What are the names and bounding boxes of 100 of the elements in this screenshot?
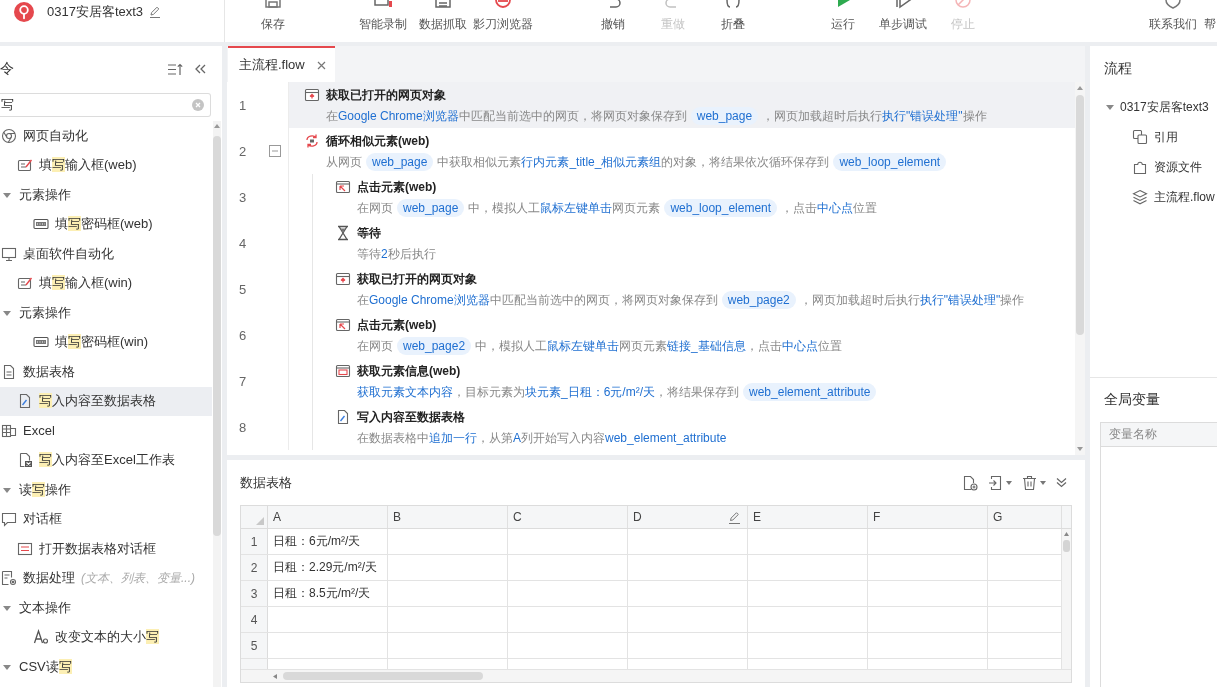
table-cell[interactable]: 日租：2.29元/m²/天 [268, 555, 388, 580]
caret-icon[interactable] [3, 485, 11, 494]
column-header[interactable]: F [868, 506, 988, 528]
step-icon [893, 0, 913, 10]
search-field[interactable]: 写 [0, 93, 211, 117]
step-description: 在数据表格中追加一行，从第A列开始写入内容web_element_attribute [357, 430, 727, 447]
pencil-icon[interactable] [149, 6, 162, 18]
delete-button[interactable] [1022, 474, 1046, 491]
shield-icon [1163, 0, 1183, 10]
new-sheet-button[interactable] [962, 474, 978, 491]
line-number: 1 [239, 97, 248, 113]
column-header[interactable]: G [988, 506, 1062, 528]
column-header[interactable]: A [268, 506, 388, 528]
column-header[interactable]: C [508, 506, 628, 528]
toolbar-button[interactable]: 运行 [813, 0, 873, 42]
row-header[interactable]: 4 [241, 607, 268, 632]
tree-item[interactable]: 填写输入框(win) [0, 268, 212, 298]
tree-group[interactable]: 元素操作 [0, 180, 212, 210]
scroll-left-icon[interactable] [273, 673, 277, 679]
scroll-up-icon[interactable] [1077, 86, 1083, 90]
clear-icon[interactable] [192, 99, 204, 111]
tree-item[interactable]: 对话框 [0, 504, 212, 534]
import-button[interactable] [988, 474, 1012, 491]
pencil-icon[interactable] [728, 510, 741, 524]
tree-item[interactable]: 写入内容至Excel工作表 [0, 445, 212, 475]
tree-group[interactable]: 元素操作 [0, 298, 212, 328]
tree-item[interactable]: 桌面软件自动化 [0, 239, 212, 269]
tree-item[interactable]: 0317安居客text3 [1090, 92, 1217, 122]
tree-item[interactable]: 打开数据表格对话框 [0, 534, 212, 564]
table-cell[interactable]: 日租：8.5元/m²/天 [268, 581, 388, 606]
collapse-button[interactable] [1056, 477, 1067, 488]
scrollbar-thumb[interactable] [1063, 540, 1070, 552]
collapse-icon[interactable] [269, 145, 281, 157]
scrollbar-thumb[interactable] [213, 136, 221, 536]
horizontal-scrollbar[interactable] [241, 669, 1071, 682]
window-cursor-icon [335, 179, 351, 195]
caret-icon[interactable] [3, 308, 11, 317]
toolbar-button[interactable]: 联系我们 [1143, 0, 1203, 42]
close-icon[interactable] [317, 60, 326, 70]
collapse-panel-icon[interactable] [195, 64, 206, 74]
tree-item[interactable]: 填写密码框(web) [0, 209, 212, 239]
scroll-up-icon[interactable] [214, 124, 220, 128]
tree-item[interactable]: 引用 [1090, 122, 1217, 152]
toolbar-button[interactable]: 折叠 [703, 0, 763, 42]
tree-item[interactable]: 填写密码框(win) [0, 327, 212, 357]
step-description: 从网页 web_page 中获取相似元素行内元素_title_相似元素组的对象，将结果依次循环保存到 web_loop_element [326, 152, 951, 172]
caret-icon[interactable] [3, 190, 11, 199]
tree-item[interactable]: 数据处理 (文本、列表、变量...) [0, 563, 212, 593]
caret-icon[interactable] [3, 603, 11, 612]
vertical-scrollbar[interactable] [1075, 82, 1085, 455]
column-header[interactable]: E [748, 506, 868, 528]
toolbar-button[interactable]: 智能录制 [353, 0, 413, 42]
line-number: 3 [239, 189, 248, 205]
tree-group[interactable]: CSV读写 [0, 652, 212, 682]
scrollbar-thumb[interactable] [1076, 95, 1084, 335]
toolbar-button[interactable]: 影刀浏览器 [473, 0, 533, 42]
tree-item[interactable]: 主流程.flow [1090, 182, 1217, 212]
scrollbar-thumb[interactable] [283, 672, 483, 680]
tree-item[interactable]: 写入内容至数据表格 [0, 386, 212, 416]
caret-icon[interactable] [3, 662, 11, 671]
step-row[interactable]: 获取已打开的网页对象 在Google Chrome浏览器中匹配当前选中的网页，将网页对象保存到 web_page ，网页加载超时后执行执行"错误处理"操作 [289, 82, 1075, 128]
step-description: 在网页 web_page2 中，模拟人工鼠标左键单击网页元素链接_基础信息，点击中心点位置 [357, 336, 842, 356]
file-tab[interactable]: 主流程.flow [228, 46, 335, 82]
window-cursor-icon [335, 317, 351, 333]
triangle-icon [256, 517, 264, 525]
tree-item[interactable]: 网页自动化 [0, 121, 212, 151]
toolbar-button[interactable]: 单步调试 [873, 0, 933, 42]
tree-group[interactable]: 读写操作 [0, 475, 212, 505]
line-number: 2 [239, 143, 248, 159]
panel-title: 数据表格 [240, 473, 292, 492]
browser-circle-icon [1, 127, 17, 144]
row-header[interactable]: 1 [241, 529, 268, 554]
step-row[interactable]: 循环相似元素(web) 从网页 web_page 中获取相似元素行内元素_title_相似元素组的对象，将结果依次循环保存到 web_loop_element [289, 128, 1075, 174]
column-header[interactable]: B [388, 506, 508, 528]
tree-item[interactable]: 改变文本的大小写 [0, 622, 212, 652]
tree-item[interactable]: 数据表格 [0, 357, 212, 387]
tree-item[interactable]: 资源文件 [1090, 152, 1217, 182]
row-header[interactable]: 5 [241, 633, 268, 658]
row-header[interactable]: 3 [241, 581, 268, 606]
toolbar-button[interactable]: 帮 [1203, 0, 1217, 42]
browser-window-icon [304, 87, 320, 103]
scroll-up-icon[interactable] [1064, 532, 1069, 536]
document-pen-icon [17, 393, 33, 410]
vertical-scrollbar[interactable] [1062, 529, 1071, 669]
file-plus-icon [962, 474, 978, 491]
panel-title: 流程 [1104, 60, 1132, 78]
step-description: 在网页 web_page 中，模拟人工鼠标左键单击网页元素 web_loop_element ，点击中心点位置 [357, 198, 878, 218]
vertical-scrollbar[interactable] [213, 121, 221, 687]
toolbar-button[interactable]: 数据抓取 [413, 0, 473, 42]
toolbar-button[interactable]: 保存 [243, 0, 303, 42]
tree-item[interactable]: Excel [0, 416, 212, 446]
row-header[interactable]: 2 [241, 555, 268, 580]
tree-group[interactable]: 文本操作 [0, 593, 212, 623]
toolbar-button[interactable]: 撤销 [583, 0, 643, 42]
scroll-down-icon[interactable] [1077, 447, 1083, 451]
caret-icon[interactable] [1106, 103, 1114, 111]
tree-item[interactable]: 填写输入框(web) [0, 150, 212, 180]
sort-icon[interactable] [168, 62, 183, 76]
table-cell[interactable]: 日租：6元/m²/天 [268, 529, 388, 554]
column-header[interactable]: D [628, 506, 748, 528]
